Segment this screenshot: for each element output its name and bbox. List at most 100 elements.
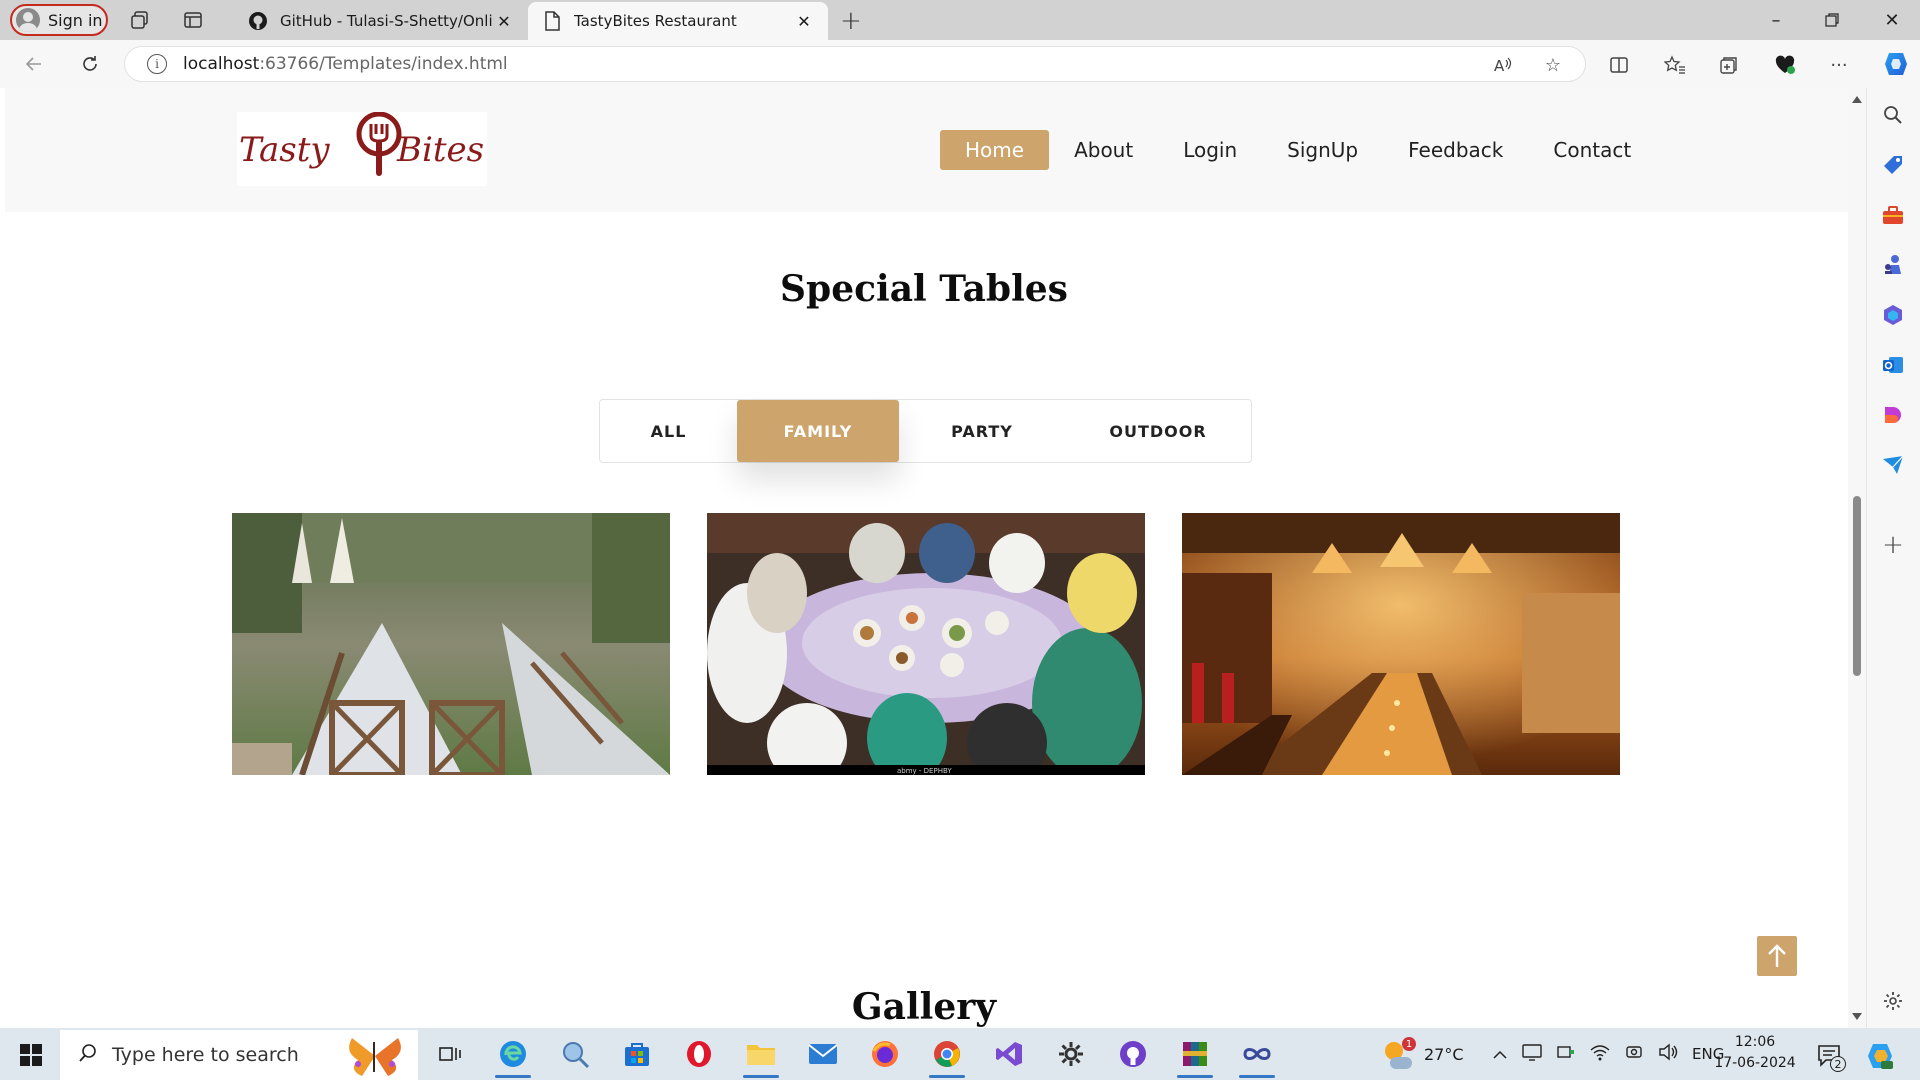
page-scrollbar[interactable]	[1848, 88, 1866, 1028]
scrollbar-thumb[interactable]	[1853, 496, 1861, 676]
site-logo[interactable]: Tasty Bites	[237, 112, 487, 186]
special-tables-title: Special Tables	[780, 268, 1068, 310]
nav-login[interactable]: Login	[1158, 130, 1262, 170]
chrome-app-icon[interactable]	[929, 1036, 965, 1078]
github-icon	[248, 11, 268, 31]
weather-widget[interactable]: 1 27°C	[1382, 1028, 1464, 1080]
sidebar-settings-icon[interactable]	[1880, 988, 1906, 1014]
windows-start-icon[interactable]	[20, 1044, 42, 1066]
firefox-app-icon[interactable]	[867, 1036, 903, 1072]
main-nav: Home About Login SignUp Feedback Contact	[940, 130, 1656, 170]
logo-text-left: Tasty	[239, 130, 330, 170]
table-filter-bar: ALL FAMILY PARTY OUTDOOR	[599, 399, 1252, 463]
designer-icon[interactable]	[1880, 402, 1906, 428]
taskbar-search-box[interactable]: Type here to search	[60, 1030, 418, 1080]
close-window-icon[interactable]: ✕	[1864, 0, 1920, 40]
more-options-icon[interactable]: ···	[1826, 52, 1852, 78]
mail-app-icon[interactable]	[805, 1036, 841, 1072]
close-tab-icon[interactable]: ✕	[794, 12, 814, 31]
infinity-app-icon[interactable]	[1239, 1036, 1275, 1078]
add-sidebar-app-icon[interactable]: +	[1880, 530, 1906, 560]
notifications-icon[interactable]: 2	[1812, 1038, 1848, 1074]
microsoft-365-icon[interactable]	[1880, 302, 1906, 328]
tools-briefcase-icon[interactable]	[1880, 202, 1906, 228]
display-tray-icon[interactable]	[1522, 1043, 1542, 1065]
nav-feedback[interactable]: Feedback	[1383, 130, 1528, 170]
logo-text-right: Bites	[397, 130, 485, 170]
weather-badge: 1	[1402, 1037, 1416, 1051]
outlook-icon[interactable]	[1880, 352, 1906, 378]
tab-title: TastyBites Restaurant	[574, 12, 737, 30]
taskbar-clock[interactable]: 12:06 17-06-2024	[1705, 1032, 1805, 1074]
address-field[interactable]: i localhost:63766/Templates/index.html	[124, 46, 1586, 82]
nav-about[interactable]: About	[1049, 130, 1158, 170]
site-info-icon[interactable]: i	[147, 54, 167, 74]
table-photo-outdoor-wedding[interactable]	[232, 513, 670, 775]
back-to-top-button[interactable]	[1757, 936, 1797, 976]
games-chess-icon[interactable]	[1880, 252, 1906, 278]
camera-tray-icon[interactable]	[1624, 1043, 1644, 1065]
favorite-star-icon[interactable]: ☆	[1540, 52, 1566, 78]
weather-temp: 27°C	[1424, 1044, 1464, 1064]
site-header: Tasty Bites Home About Login SignUp Feed…	[5, 88, 1848, 212]
collections-icon[interactable]	[1716, 52, 1742, 78]
filter-family[interactable]: FAMILY	[737, 400, 899, 462]
url-path: :63766/Templates/index.html	[259, 54, 508, 74]
tab-actions-icon[interactable]	[181, 8, 205, 32]
battery-tray-icon[interactable]	[1556, 1043, 1576, 1065]
butterfly-highlight-icon	[340, 1034, 410, 1080]
url-host: localhost	[183, 54, 260, 74]
show-hidden-icons-chevron-icon[interactable]	[1492, 1045, 1508, 1064]
split-screen-icon[interactable]	[1606, 52, 1632, 78]
search-icon	[78, 1043, 98, 1068]
settings-gear-icon[interactable]	[1053, 1036, 1089, 1072]
copilot-taskbar-icon[interactable]	[1862, 1038, 1898, 1074]
filter-all[interactable]: ALL	[600, 400, 737, 462]
file-explorer-icon[interactable]	[743, 1036, 779, 1078]
nav-signup[interactable]: SignUp	[1262, 130, 1383, 170]
close-tab-icon[interactable]: ✕	[494, 12, 514, 31]
restore-icon[interactable]	[1804, 0, 1860, 40]
workspaces-icon[interactable]	[128, 8, 152, 32]
page-viewport: Tasty Bites Home About Login SignUp Feed…	[0, 88, 1848, 1028]
new-tab-icon[interactable]: +	[840, 6, 862, 36]
visual-studio-icon[interactable]	[991, 1036, 1027, 1072]
browser-essentials-icon[interactable]	[1772, 52, 1798, 78]
nav-contact[interactable]: Contact	[1528, 130, 1656, 170]
network-tool-icon[interactable]	[557, 1036, 593, 1072]
avatar-icon	[16, 8, 40, 32]
wifi-tray-icon[interactable]	[1590, 1043, 1610, 1065]
svg-text:A: A	[1494, 57, 1505, 75]
read-aloud-icon[interactable]: A	[1490, 52, 1516, 78]
volume-tray-icon[interactable]	[1658, 1043, 1678, 1065]
page-icon	[542, 11, 562, 31]
github-desktop-icon[interactable]	[1115, 1036, 1151, 1072]
gallery-title: Gallery	[851, 986, 997, 1028]
copilot-icon[interactable]	[1880, 48, 1912, 80]
back-icon[interactable]	[18, 50, 50, 78]
store-app-icon[interactable]	[619, 1036, 655, 1072]
scroll-up-icon[interactable]	[1852, 96, 1862, 103]
scroll-down-icon[interactable]	[1852, 1013, 1862, 1020]
nav-home[interactable]: Home	[940, 130, 1050, 170]
edge-app-icon[interactable]	[495, 1036, 531, 1078]
tab-tastybites[interactable]: TastyBites Restaurant ✕	[528, 2, 828, 40]
table-photo-restaurant-interior[interactable]	[1182, 513, 1620, 775]
notification-count-badge: 2	[1830, 1056, 1846, 1072]
filter-party[interactable]: PARTY	[899, 400, 1065, 462]
minimize-icon[interactable]: –	[1748, 0, 1804, 40]
arrow-up-icon	[1768, 944, 1786, 967]
refresh-icon[interactable]	[74, 50, 106, 78]
system-tray-icons: ENG	[1492, 1028, 1724, 1080]
filter-outdoor[interactable]: OUTDOOR	[1065, 400, 1251, 462]
table-photo-family-dinner[interactable]: abmy - DEPHBY	[707, 513, 1145, 775]
shopping-tag-icon[interactable]	[1880, 152, 1906, 178]
profile-button[interactable]: Sign in	[10, 4, 108, 36]
winrar-app-icon[interactable]	[1177, 1036, 1213, 1078]
send-icon[interactable]	[1880, 452, 1906, 478]
opera-app-icon[interactable]	[681, 1036, 717, 1072]
task-view-icon[interactable]	[432, 1036, 468, 1072]
favorites-icon[interactable]	[1662, 52, 1688, 78]
tab-github[interactable]: GitHub - Tulasi-S-Shetty/Online- ✕	[234, 2, 528, 40]
search-icon[interactable]	[1880, 102, 1906, 128]
